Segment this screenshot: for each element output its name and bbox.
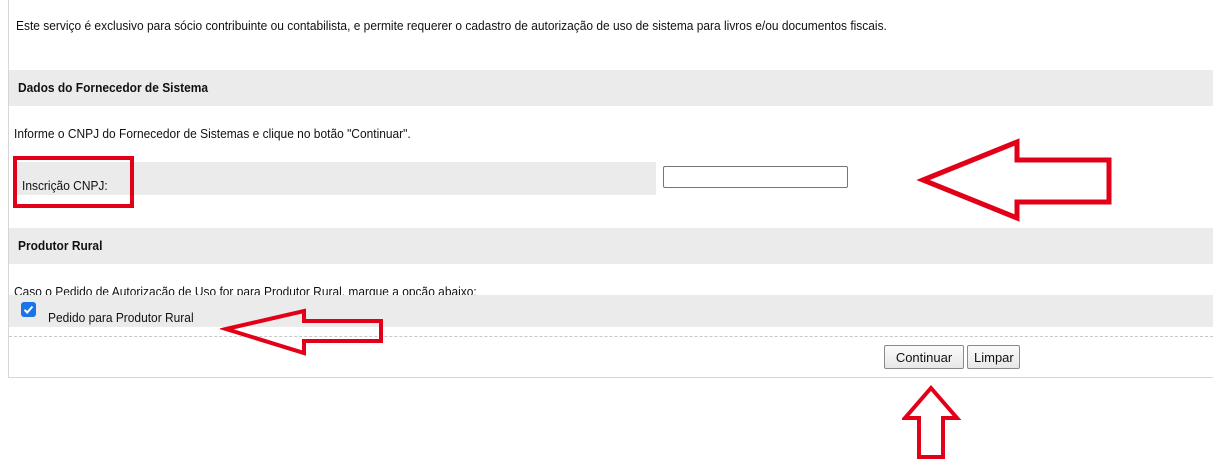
continuar-button[interactable]: Continuar: [884, 345, 964, 369]
produtor-checkbox-label[interactable]: Pedido para Produtor Rural: [48, 310, 194, 325]
limpar-button[interactable]: Limpar: [967, 345, 1020, 369]
annotation-arrow-up-icon: [902, 384, 962, 459]
section-header-fornecedor: Dados do Fornecedor de Sistema: [9, 70, 1213, 106]
checkmark-icon: [23, 305, 34, 314]
annotation-arrow-left-icon: [220, 308, 383, 356]
section-title-produtor: Produtor Rural: [18, 238, 103, 253]
divider: [9, 336, 1213, 337]
cnpj-input[interactable]: [663, 166, 848, 188]
produtor-rural-checkbox[interactable]: [21, 302, 36, 317]
section-title-fornecedor: Dados do Fornecedor de Sistema: [18, 80, 209, 95]
fornecedor-instruction: Informe o CNPJ do Fornecedor de Sistemas…: [14, 126, 411, 141]
intro-text: Este serviço é exclusivo para sócio cont…: [16, 18, 887, 33]
annotation-box-cnpj: [13, 156, 134, 208]
annotation-arrow-left-icon: [916, 138, 1112, 222]
section-header-produtor: Produtor Rural: [9, 228, 1213, 264]
